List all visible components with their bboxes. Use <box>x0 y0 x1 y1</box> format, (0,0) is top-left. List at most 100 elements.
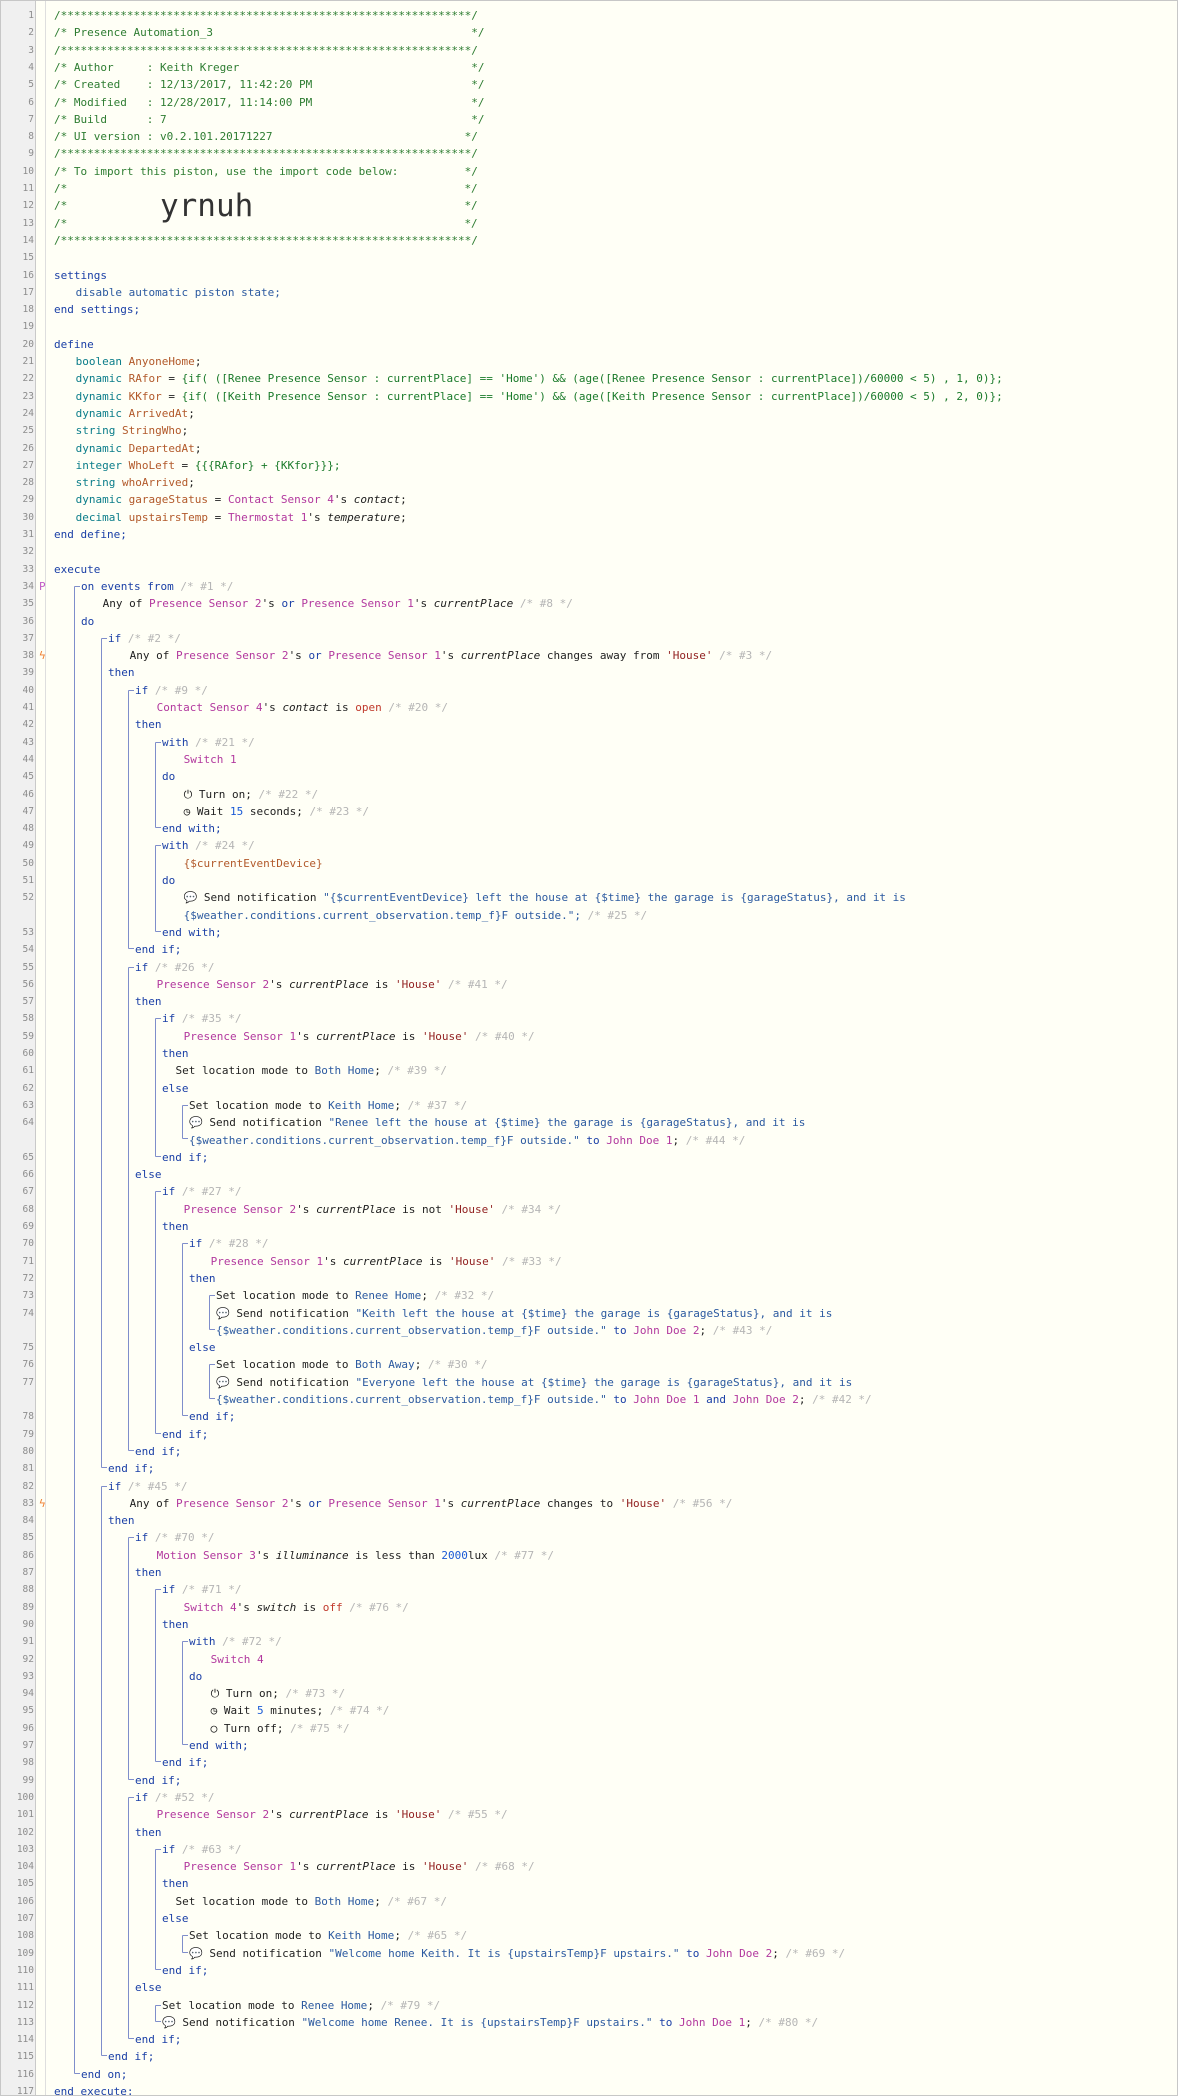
code-line[interactable]: /* Presence Automation_3 */ <box>54 24 484 41</box>
code-line[interactable]: then <box>108 1512 135 1529</box>
code-line[interactable]: define <box>54 336 94 353</box>
code-line[interactable]: end with; <box>162 924 222 941</box>
code-line[interactable]: end with; <box>162 820 222 837</box>
code-line[interactable]: 💬 Send notification "Welcome home Keith.… <box>189 1945 845 1962</box>
code-line[interactable]: Presence Sensor 1's currentPlace is 'Hou… <box>184 1858 535 1875</box>
code-line[interactable]: Switch 4's switch is off /* #76 */ <box>184 1599 409 1616</box>
code-line[interactable]: settings <box>54 267 107 284</box>
code-line[interactable]: {$weather.conditions.current_observation… <box>184 907 648 924</box>
code-line[interactable]: then <box>189 1270 216 1287</box>
code-line[interactable]: /***************************************… <box>54 145 478 162</box>
code-line[interactable]: string StringWho; <box>76 422 189 439</box>
code-line[interactable]: boolean AnyoneHome; <box>76 353 202 370</box>
code-line[interactable]: {$weather.conditions.current_observation… <box>216 1391 872 1408</box>
code-line[interactable]: Set location mode to Keith Home; /* #37 … <box>189 1097 467 1114</box>
code-line[interactable]: {$weather.conditions.current_observation… <box>189 1132 745 1149</box>
code-line[interactable]: else <box>135 1166 162 1183</box>
code-line[interactable]: if /* #71 */ <box>162 1581 241 1598</box>
code-line[interactable]: end if; <box>108 2048 154 2065</box>
code-line[interactable]: end if; <box>162 1754 208 1771</box>
code-line[interactable]: 💬 Send notification "Keith left the hous… <box>216 1305 832 1322</box>
code-editor[interactable]: 1 /**************************************… <box>0 0 1178 2096</box>
code-line[interactable]: do <box>189 1668 202 1685</box>
code-line[interactable]: /* Author : Keith Kreger */ <box>54 59 484 76</box>
code-line[interactable]: execute <box>54 561 100 578</box>
code-line[interactable]: ◷ Wait 15 seconds; /* #23 */ <box>184 803 369 820</box>
code-line[interactable]: Set location mode to Both Away; /* #30 *… <box>216 1356 488 1373</box>
code-line[interactable]: string whoArrived; <box>76 474 195 491</box>
code-line[interactable]: Presence Sensor 2's currentPlace is not … <box>184 1201 562 1218</box>
code-line[interactable]: /***************************************… <box>54 7 478 24</box>
code-line[interactable]: on events from /* #1 */ <box>81 578 233 595</box>
code-line[interactable]: else <box>135 1979 162 1996</box>
code-line[interactable]: do <box>81 613 94 630</box>
code-line[interactable]: then <box>162 1218 189 1235</box>
code-line[interactable]: if /* #26 */ <box>135 959 214 976</box>
code-line[interactable]: end if; <box>135 1443 181 1460</box>
code-line[interactable]: end on; <box>81 2066 127 2083</box>
code-line[interactable]: 💬 Send notification "Everyone left the h… <box>216 1374 852 1391</box>
code-line[interactable]: end if; <box>135 2031 181 2048</box>
code-line[interactable]: dynamic ArrivedAt; <box>76 405 195 422</box>
code-line[interactable]: with /* #21 */ <box>162 734 255 751</box>
code-line[interactable]: then <box>135 1824 162 1841</box>
code-line[interactable]: Presence Sensor 2's currentPlace is 'Hou… <box>157 976 508 993</box>
code-line[interactable]: {$weather.conditions.current_observation… <box>216 1322 772 1339</box>
code-line[interactable]: /* Modified : 12/28/2017, 11:14:00 PM */ <box>54 94 484 111</box>
code-line[interactable]: then <box>162 1045 189 1062</box>
code-line[interactable]: if /* #2 */ <box>108 630 181 647</box>
code-line[interactable]: end if; <box>135 1772 181 1789</box>
code-line[interactable]: end if; <box>162 1149 208 1166</box>
code-line[interactable]: /* To import this piston, use the import… <box>54 163 478 180</box>
code-line[interactable]: decimal upstairsTemp = Thermostat 1's te… <box>76 509 407 526</box>
code-line[interactable]: Set location mode to Both Home; /* #67 *… <box>176 1893 448 1910</box>
code-line[interactable]: Presence Sensor 1's currentPlace is 'Hou… <box>211 1253 562 1270</box>
code-line[interactable]: /* */ <box>54 215 478 232</box>
code-line[interactable]: ◯ Turn off; /* #75 */ <box>211 1720 350 1737</box>
code-line[interactable]: Any of Presence Sensor 2's or Presence S… <box>103 595 573 612</box>
code-line[interactable]: Any of Presence Sensor 2's or Presence S… <box>130 647 772 664</box>
code-line[interactable]: then <box>162 1875 189 1892</box>
code-line[interactable]: dynamic RAfor = {if( ([Renee Presence Se… <box>76 370 1003 387</box>
code-line[interactable]: then <box>135 993 162 1010</box>
code-line[interactable]: if /* #52 */ <box>135 1789 214 1806</box>
code-line[interactable]: ◷ Wait 5 minutes; /* #74 */ <box>211 1702 390 1719</box>
code-line[interactable]: Set location mode to Renee Home; /* #32 … <box>216 1287 494 1304</box>
code-line[interactable]: else <box>189 1339 216 1356</box>
code-line[interactable]: end settings; <box>54 301 140 318</box>
code-line[interactable]: 💬 Send notification "Renee left the hous… <box>189 1114 805 1131</box>
code-line[interactable]: /* yrnuh */ <box>54 191 478 222</box>
code-line[interactable]: Switch 1 <box>184 751 237 768</box>
code-line[interactable]: dynamic garageStatus = Contact Sensor 4'… <box>76 491 407 508</box>
code-line[interactable]: Motion Sensor 3's illuminance is less th… <box>157 1547 554 1564</box>
code-line[interactable]: /* Created : 12/13/2017, 11:42:20 PM */ <box>54 76 484 93</box>
code-line[interactable]: if /* #63 */ <box>162 1841 241 1858</box>
code-line[interactable]: ⏻ Turn on; /* #73 */ <box>211 1685 346 1702</box>
code-line[interactable]: Set location mode to Keith Home; /* #65 … <box>189 1927 467 1944</box>
code-line[interactable]: Switch 4 <box>211 1651 264 1668</box>
code-line[interactable]: Presence Sensor 1's currentPlace is 'Hou… <box>184 1028 535 1045</box>
code-line[interactable]: 💬 Send notification "Welcome home Renee.… <box>162 2014 818 2031</box>
code-line[interactable]: if /* #27 */ <box>162 1183 241 1200</box>
code-line[interactable]: end if; <box>189 1408 235 1425</box>
code-line[interactable]: /* */ <box>54 180 478 197</box>
code-line[interactable]: /***************************************… <box>54 42 478 59</box>
code-line[interactable]: with /* #24 */ <box>162 837 255 854</box>
code-line[interactable]: end if; <box>135 941 181 958</box>
code-line[interactable]: integer WhoLeft = {{{RAfor} + {KKfor}}}; <box>76 457 341 474</box>
code-line[interactable]: if /* #28 */ <box>189 1235 268 1252</box>
code-line[interactable]: end if; <box>108 1460 154 1477</box>
code-line[interactable]: /* Build : 7 */ <box>54 111 484 128</box>
code-line[interactable]: Set location mode to Renee Home; /* #79 … <box>162 1997 440 2014</box>
code-line[interactable]: if /* #35 */ <box>162 1010 241 1027</box>
code-line[interactable]: end execute; <box>54 2083 133 2095</box>
code-line[interactable]: Any of Presence Sensor 2's or Presence S… <box>130 1495 733 1512</box>
code-line[interactable]: end if; <box>162 1962 208 1979</box>
code-line[interactable]: Contact Sensor 4's contact is open /* #2… <box>157 699 448 716</box>
code-line[interactable]: then <box>135 716 162 733</box>
code-line[interactable]: dynamic KKfor = {if( ([Keith Presence Se… <box>76 388 1003 405</box>
import-code[interactable]: yrnuh <box>160 188 253 224</box>
code-line[interactable]: Set location mode to Both Home; /* #39 *… <box>176 1062 448 1079</box>
code-line[interactable]: /* UI version : v0.2.101.20171227 */ <box>54 128 478 145</box>
code-line[interactable]: if /* #9 */ <box>135 682 208 699</box>
